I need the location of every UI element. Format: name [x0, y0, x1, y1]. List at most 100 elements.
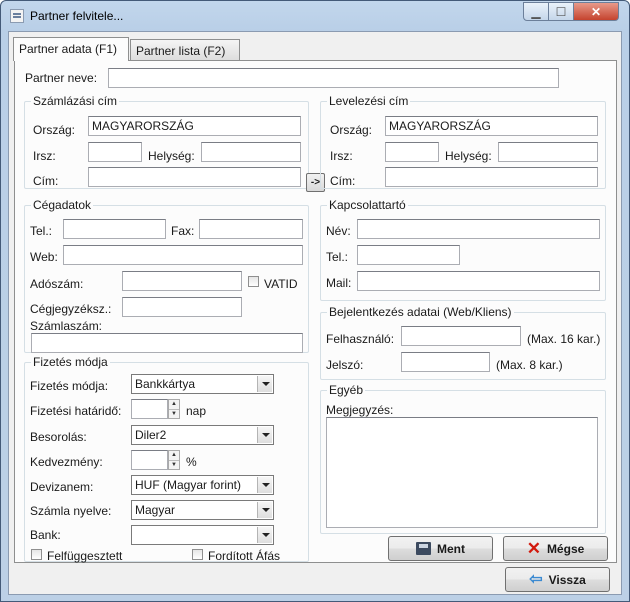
payment-group: Fizetés módja Fizetés módja: Bankkártya …: [24, 355, 309, 563]
payment-method-label: Fizetés módja:: [30, 379, 109, 393]
maximize-button[interactable]: ☐: [548, 2, 574, 21]
mailing-zip-label: Irsz:: [330, 149, 353, 163]
minimize-button[interactable]: ▁: [523, 2, 549, 21]
mailing-title: Levelezési cím: [327, 94, 411, 108]
payment-method-value: Bankkártya: [135, 377, 196, 391]
contact-name-label: Név:: [326, 224, 351, 238]
cancel-label: Mégse: [546, 541, 585, 556]
save-label: Ment: [437, 541, 465, 556]
window: Partner felvitele... ▁ ☐ ✕ Partner adata…: [0, 0, 630, 602]
username-input[interactable]: [401, 326, 521, 346]
login-group: Bejelentkezés adatai (Web/Kliens) Felhas…: [320, 305, 606, 380]
billing-title: Számlázási cím: [31, 94, 120, 108]
mailing-city-label: Helység:: [445, 149, 492, 163]
reverse-vat-label: Fordított Áfás: [208, 549, 281, 563]
spin-down-icon[interactable]: ▼: [169, 409, 179, 418]
billing-city-label: Helység:: [148, 149, 195, 163]
arrow-left-icon: ⇦: [529, 570, 543, 588]
payment-deadline-spinner[interactable]: ▲ ▼: [168, 399, 180, 419]
company-fax-label: Fax:: [171, 224, 195, 238]
currency-select[interactable]: HUF (Magyar forint): [131, 475, 274, 495]
spin-up-icon[interactable]: ▲: [169, 451, 179, 460]
mailing-city-input[interactable]: [498, 142, 598, 162]
contact-tel-label: Tel.:: [326, 250, 349, 264]
notes-label: Megjegyzés:: [326, 403, 394, 417]
account-number-input[interactable]: [31, 333, 303, 353]
mailing-zip-input[interactable]: [385, 142, 439, 162]
close-button[interactable]: ✕: [573, 2, 619, 21]
back-button[interactable]: ⇦ Vissza: [505, 567, 610, 592]
billing-zip-input[interactable]: [88, 142, 142, 162]
username-label: Felhasználó:: [326, 332, 395, 346]
payment-deadline-unit: nap: [186, 404, 207, 418]
other-title: Egyéb: [327, 383, 366, 397]
discount-spinner[interactable]: ▲ ▼: [168, 450, 180, 470]
spin-up-icon[interactable]: ▲: [169, 400, 179, 409]
tab-partner-list[interactable]: Partner lista (F2): [130, 39, 240, 61]
mailing-country-input[interactable]: MAGYARORSZÁG: [385, 116, 598, 136]
password-input[interactable]: [401, 352, 490, 372]
company-web-input[interactable]: [63, 245, 303, 265]
window-title: Partner felvitele...: [30, 9, 124, 23]
billing-address-input[interactable]: [88, 167, 301, 187]
invoice-language-label: Számla nyelve:: [30, 504, 112, 518]
registration-number-label: Cégjegyzéksz.:: [30, 302, 112, 316]
title-bar[interactable]: Partner felvitele... ▁ ☐ ✕: [1, 1, 629, 31]
bank-select[interactable]: [131, 525, 274, 545]
vatid-checkbox[interactable]: [248, 276, 259, 287]
mailing-address-label: Cím:: [330, 174, 356, 188]
partner-name-label: Partner neve:: [25, 71, 98, 85]
discount-unit: %: [186, 455, 197, 469]
payment-deadline-input[interactable]: [131, 399, 168, 419]
billing-city-input[interactable]: [201, 142, 301, 162]
registration-number-input[interactable]: [122, 297, 242, 317]
password-label: Jelszó:: [326, 358, 364, 372]
chevron-down-icon: [257, 477, 272, 493]
billing-address-group: Számlázási cím Ország: MAGYARORSZÁG Irsz…: [24, 94, 309, 189]
contact-name-input[interactable]: [357, 219, 600, 239]
mailing-address-input[interactable]: [385, 167, 598, 187]
company-web-label: Web:: [30, 250, 58, 264]
spin-down-icon[interactable]: ▼: [169, 460, 179, 469]
mailing-country-label: Ország:: [330, 123, 373, 137]
chevron-down-icon: [257, 527, 272, 543]
contact-tel-input[interactable]: [357, 245, 460, 265]
category-select[interactable]: Diler2: [131, 425, 274, 445]
billing-zip-label: Irsz:: [33, 149, 56, 163]
company-title: Cégadatok: [31, 198, 94, 212]
discount-label: Kedvezmény:: [30, 455, 103, 469]
tab-panel: Partner neve: Számlázási cím Ország: MAG…: [14, 60, 617, 563]
payment-method-select[interactable]: Bankkártya: [131, 374, 274, 394]
tax-number-label: Adószám:: [30, 277, 84, 291]
company-tel-input[interactable]: [63, 219, 166, 239]
invoice-language-value: Magyar: [135, 503, 176, 517]
billing-country-input[interactable]: MAGYARORSZÁG: [88, 116, 301, 136]
reverse-vat-checkbox[interactable]: [192, 549, 203, 560]
account-number-label: Számlaszám:: [30, 319, 103, 333]
suspended-checkbox[interactable]: [31, 549, 42, 560]
payment-deadline-label: Fizetési határidő:: [30, 404, 122, 418]
discount-input[interactable]: [131, 450, 168, 470]
cancel-button[interactable]: ✕ Mégse: [503, 536, 608, 561]
invoice-language-select[interactable]: Magyar: [131, 500, 274, 520]
tax-number-input[interactable]: [122, 271, 242, 291]
tab-partner-data[interactable]: Partner adata (F1): [13, 37, 129, 61]
password-hint: (Max. 8 kar.): [496, 358, 563, 372]
billing-address-label: Cím:: [33, 174, 59, 188]
notes-textarea[interactable]: [326, 417, 598, 528]
save-button[interactable]: Ment: [388, 536, 493, 561]
contact-mail-label: Mail:: [326, 276, 352, 290]
company-group: Cégadatok Tel.: Fax: Web: Adószám: VATID…: [24, 198, 309, 353]
partner-name-input[interactable]: [108, 68, 559, 88]
floppy-disk-icon: [416, 542, 431, 555]
currency-label: Devizanem:: [30, 480, 94, 494]
username-hint: (Max. 16 kar.): [527, 332, 601, 346]
company-tel-label: Tel.:: [30, 224, 53, 238]
category-label: Besorolás:: [30, 430, 87, 444]
payment-title: Fizetés módja: [31, 355, 110, 369]
chevron-down-icon: [257, 502, 272, 518]
contact-mail-input[interactable]: [357, 271, 600, 291]
contact-title: Kapcsolattartó: [327, 198, 408, 212]
cancel-x-icon: ✕: [526, 539, 541, 558]
company-fax-input[interactable]: [199, 219, 303, 239]
